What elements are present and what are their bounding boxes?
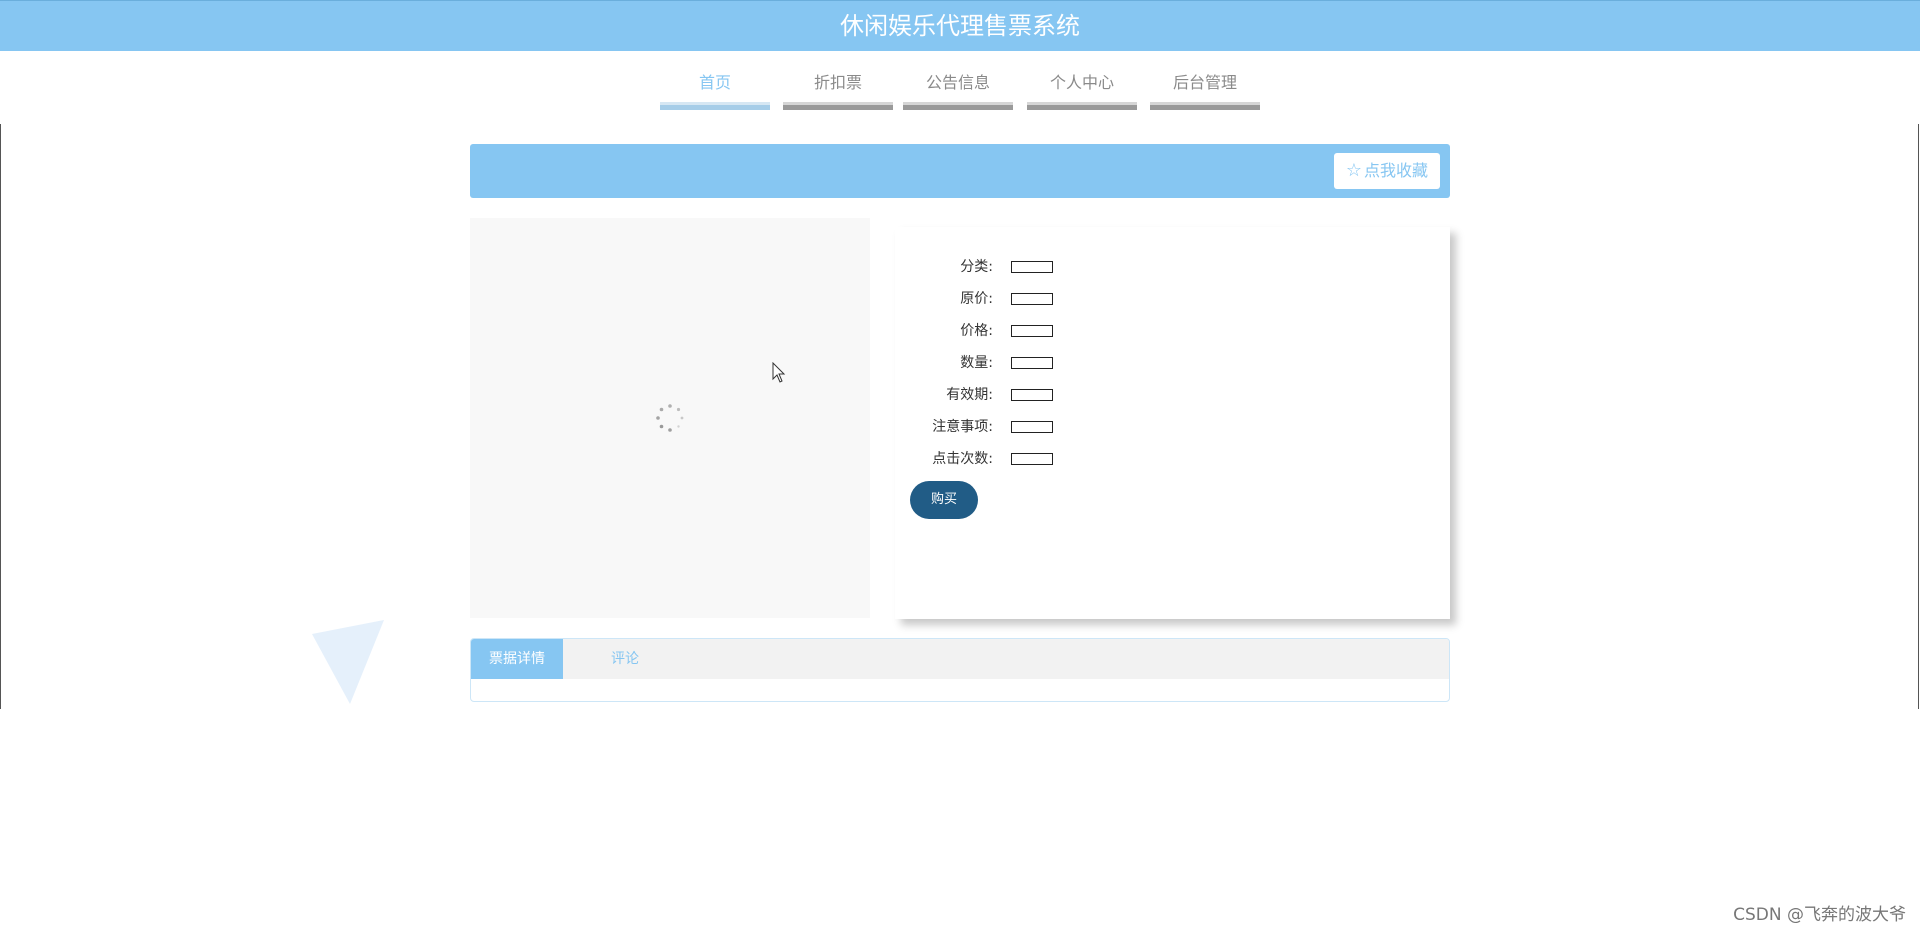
content-frame-right-border (1918, 124, 1919, 709)
nav-item-label: 首页 (698, 73, 731, 92)
field-value (1011, 357, 1053, 369)
field-label: 有效期: (946, 387, 993, 403)
field-value (1011, 325, 1053, 337)
field-value (1011, 293, 1053, 305)
nav-underline (903, 102, 1013, 110)
favorite-button[interactable]: ☆ 点我收藏 (1333, 153, 1440, 189)
nav-item-discount-tickets[interactable]: 折扣票 (783, 64, 893, 114)
ticket-image-placeholder (470, 218, 870, 618)
loading-spinner-icon (656, 404, 684, 432)
field-value (1011, 389, 1053, 401)
detail-banner: ☆ 点我收藏 (470, 144, 1450, 198)
nav-item-admin[interactable]: 后台管理 (1150, 64, 1260, 114)
field-notes: 注意事项: (895, 417, 1295, 437)
nav-underline (1027, 102, 1137, 110)
content-frame-left-border (0, 124, 1, 709)
nav-item-label: 折扣票 (813, 73, 862, 92)
nav-item-home[interactable]: 首页 (660, 64, 770, 114)
field-label: 数量: (960, 355, 993, 371)
field-click-count: 点击次数: (895, 449, 1295, 469)
field-label: 注意事项: (932, 419, 993, 435)
field-label: 价格: (960, 323, 993, 339)
nav-item-personal-center[interactable]: 个人中心 (1027, 64, 1137, 114)
nav-underline (783, 102, 893, 110)
field-label: 原价: (960, 291, 993, 307)
main-nav: 首页 折扣票 公告信息 个人中心 后台管理 (0, 64, 1920, 116)
tabs-bar: 票据详情 评论 (471, 639, 1449, 679)
detail-tabs-panel: 票据详情 评论 (470, 638, 1450, 702)
field-value (1011, 453, 1053, 465)
field-label: 分类: (960, 259, 993, 275)
mouse-cursor-icon (772, 362, 786, 383)
ticket-info-card: 分类: 原价: 价格: 数量: 有效期: 注意事项: 点击次数: 购买 (895, 227, 1450, 619)
nav-underline (1150, 102, 1260, 110)
field-label: 点击次数: (932, 451, 993, 467)
app-header: 休闲娱乐代理售票系统 (0, 0, 1920, 51)
buy-button[interactable]: 购买 (910, 481, 978, 519)
field-value (1011, 261, 1053, 273)
app-title: 休闲娱乐代理售票系统 (840, 12, 1080, 40)
tab-comments[interactable]: 评论 (595, 639, 655, 679)
watermark: CSDN @飞奔的波大爷 (1733, 905, 1906, 925)
field-value (1011, 421, 1053, 433)
nav-item-label: 个人中心 (1049, 73, 1114, 92)
tab-ticket-details[interactable]: 票据详情 (471, 639, 563, 679)
star-icon: ☆ (1345, 160, 1362, 181)
favorite-label: 点我收藏 (1363, 161, 1428, 180)
field-quantity: 数量: (895, 353, 1295, 373)
nav-underline (660, 102, 770, 110)
nav-item-announcements[interactable]: 公告信息 (903, 64, 1013, 114)
nav-item-label: 公告信息 (925, 73, 990, 92)
field-original-price: 原价: (895, 289, 1295, 309)
nav-item-label: 后台管理 (1172, 73, 1237, 92)
field-validity: 有效期: (895, 385, 1295, 405)
field-price: 价格: (895, 321, 1295, 341)
field-category: 分类: (895, 257, 1295, 277)
decorative-triangle-icon (312, 620, 384, 704)
